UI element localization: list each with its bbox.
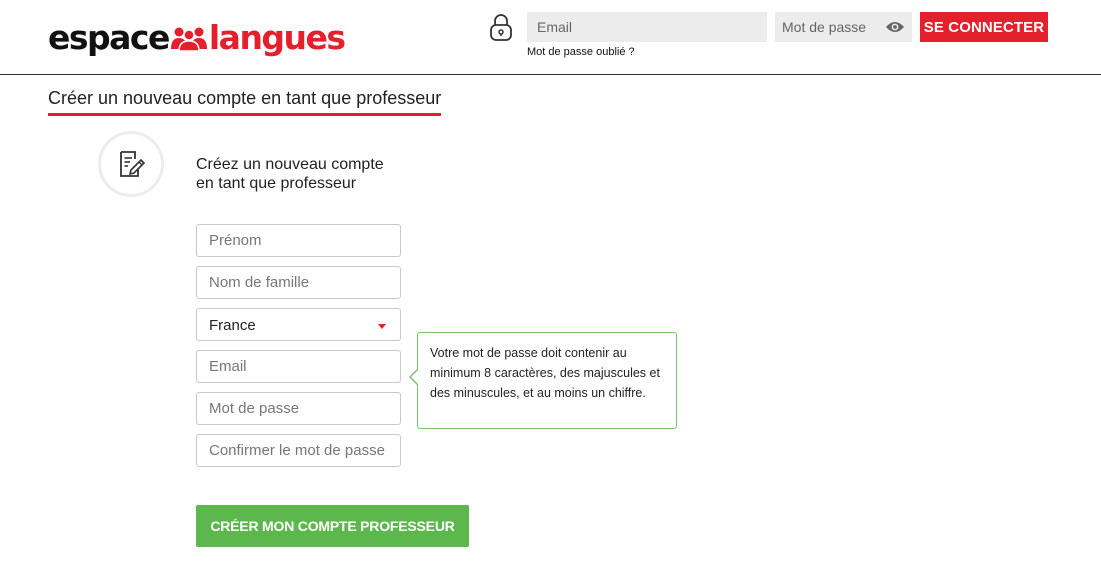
create-account-button[interactable]: CRÉER MON COMPTE PROFESSEUR [196,505,469,547]
password-hint-tooltip: Votre mot de passe doit contenir au mini… [417,332,677,429]
login-email-input[interactable] [527,12,767,42]
firstname-field[interactable] [196,224,401,257]
login-password-input[interactable] [775,12,880,42]
lock-icon [490,14,512,41]
country-select[interactable]: France [196,308,401,341]
form-heading-line1: Créez un nouveau compte [196,156,384,173]
email-field[interactable] [196,350,401,383]
form-heading-line2: en tant que professeur [196,175,357,192]
eye-icon[interactable] [885,20,905,34]
login-password-field [775,12,912,42]
password-hint-text: Votre mot de passe doit contenir au mini… [430,346,660,400]
lastname-field[interactable] [196,266,401,299]
country-select-value: France [209,317,256,334]
confirm-password-field[interactable] [196,434,401,467]
people-group-icon [170,27,207,51]
form-icon-badge [98,131,164,197]
page: espace langues Email SE CONNECTER Mot de… [0,0,1101,574]
site-logo[interactable]: espace langues [48,18,346,58]
logo-text-espace: espace [48,18,170,57]
tooltip-arrow-fill [411,370,418,384]
site-header: espace langues Email SE CONNECTER Mot de… [0,0,1101,75]
password-field[interactable] [196,392,401,425]
edit-document-icon [120,151,146,177]
forgot-password-link[interactable]: Mot de passe oublié ? [527,46,635,58]
caret-down-icon [378,324,386,329]
logo-text-langues: langues [208,18,346,57]
page-title: Créer un nouveau compte en tant que prof… [48,88,442,116]
login-button[interactable]: SE CONNECTER [920,12,1048,42]
form-heading: Créez un nouveau compte en tant que prof… [196,155,436,193]
